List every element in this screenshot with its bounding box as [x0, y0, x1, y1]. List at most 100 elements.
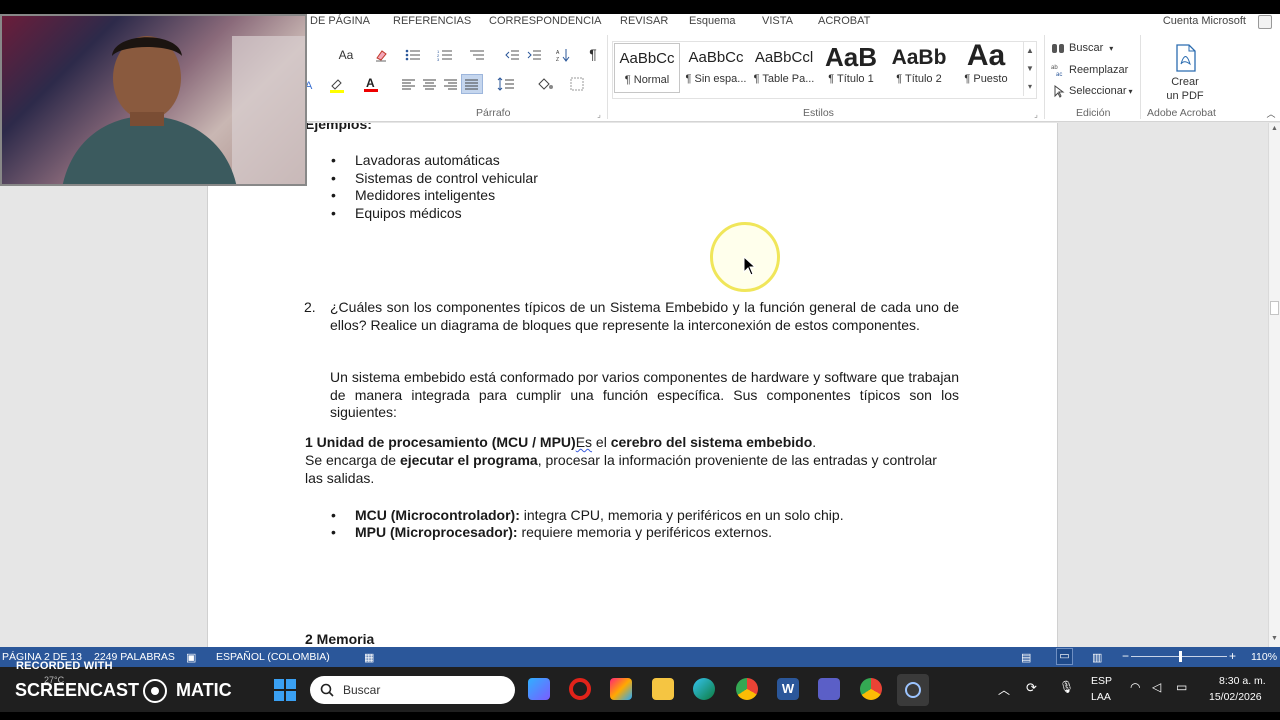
tray-chevron-icon[interactable]: ︿: [998, 681, 1010, 698]
word-icon[interactable]: W: [777, 678, 799, 700]
font-color-icon[interactable]: A: [360, 74, 382, 94]
section-1-body: Se encarga de ejecutar el programa, proc…: [305, 452, 945, 487]
bold-run: cerebro del sistema embebido: [610, 434, 813, 450]
teams-icon[interactable]: [818, 678, 840, 700]
group-separator: [1140, 35, 1141, 119]
proofing-icon[interactable]: ▣: [186, 651, 196, 664]
show-marks-button[interactable]: ¶: [584, 45, 602, 63]
section-2-heading: 2 Memoria: [305, 631, 375, 647]
text-run: Se encarga de: [305, 452, 400, 468]
style-no-spacing[interactable]: AaBbCc ¶ Sin espa...: [683, 43, 749, 93]
tab-review[interactable]: REVISAR: [620, 15, 668, 27]
wifi-icon[interactable]: ◠: [1130, 680, 1140, 694]
web-layout-icon[interactable]: ▥: [1092, 651, 1102, 664]
borders-icon[interactable]: [563, 75, 591, 93]
watermark-brand-b: MATIC: [176, 680, 232, 700]
volume-icon[interactable]: ◁: [1152, 680, 1161, 694]
highlight-color-icon[interactable]: [326, 76, 348, 94]
sync-icon[interactable]: ⟳: [1026, 680, 1037, 696]
chevron-down-icon: ▾: [1128, 86, 1133, 96]
zoom-level[interactable]: 110%: [1251, 651, 1277, 663]
align-right-icon[interactable]: [442, 76, 460, 92]
account-menu[interactable]: Cuenta Microsoft: [1163, 15, 1246, 27]
vertical-scrollbar[interactable]: ▲ ▼: [1268, 123, 1280, 647]
chrome-icon[interactable]: [736, 678, 758, 700]
font-size-button[interactable]: Aa: [333, 47, 359, 63]
create-pdf-button[interactable]: Crear un PDF: [1160, 41, 1210, 105]
style-preview: AaBbCcl: [754, 49, 814, 66]
zoom-slider-thumb[interactable]: [1179, 651, 1182, 662]
styles-scroll-up-icon[interactable]: ▲: [1023, 42, 1036, 60]
battery-icon[interactable]: ▭: [1176, 680, 1187, 694]
zoom-out-button[interactable]: −: [1122, 649, 1129, 663]
chrome-profile-icon[interactable]: [860, 678, 882, 700]
style-heading-2[interactable]: AaBb ¶ Título 2: [886, 43, 952, 93]
list-item: MPU (Microprocesador): requiere memoria …: [331, 524, 772, 542]
tab-mailings[interactable]: CORRESPONDENCIA: [489, 15, 601, 27]
document-page[interactable]: Ejemplos: Lavadoras automáticas Sistemas…: [207, 123, 1058, 647]
clock-time[interactable]: 8:30 a. m.: [1219, 675, 1266, 687]
justify-icon[interactable]: [461, 74, 483, 94]
find-button[interactable]: Buscar ▾: [1051, 40, 1113, 56]
style-title[interactable]: Aa ¶ Puesto: [953, 43, 1019, 93]
bold-run: MCU (Microcontrolador):: [355, 507, 520, 523]
zoom-in-button[interactable]: +: [1229, 649, 1236, 663]
line-spacing-icon[interactable]: [492, 75, 520, 93]
text-run: integra CPU, memoria y periféricos en un…: [519, 507, 844, 523]
copilot-icon[interactable]: [610, 678, 632, 700]
file-explorer-icon[interactable]: [652, 678, 674, 700]
tab-references[interactable]: REFERENCIAS: [393, 15, 471, 27]
tab-acrobat[interactable]: ACROBAT: [818, 15, 870, 27]
windows-start-icon[interactable]: [274, 679, 296, 706]
read-mode-icon[interactable]: ▤: [1021, 651, 1031, 664]
opera-icon[interactable]: [569, 678, 591, 700]
styles-launcher-icon[interactable]: ⌟: [1031, 109, 1041, 119]
microphone-icon[interactable]: 🎙: [1059, 680, 1074, 694]
collapse-ribbon-icon[interactable]: ︿: [1264, 107, 1278, 119]
align-center-icon[interactable]: [421, 76, 439, 92]
bullets-icon[interactable]: [400, 47, 426, 63]
shading-icon[interactable]: [531, 75, 559, 93]
align-left-icon[interactable]: [400, 76, 418, 92]
scroll-thumb[interactable]: [1270, 301, 1279, 315]
tab-page-layout[interactable]: DE PÁGINA: [310, 15, 370, 27]
clear-format-icon[interactable]: [372, 46, 390, 64]
numbering-icon[interactable]: 123: [432, 47, 458, 63]
clock-date[interactable]: 15/02/2026: [1209, 691, 1262, 703]
answer-paragraph: Un sistema embebido está conformado por …: [330, 369, 959, 420]
taskbar-search[interactable]: Buscar: [310, 676, 515, 704]
style-table-paragraph[interactable]: AaBbCcl ¶ Table Pa...: [751, 43, 817, 93]
edge-icon[interactable]: [693, 678, 715, 700]
m365-app-icon[interactable]: [528, 678, 550, 700]
decrease-indent-icon[interactable]: [503, 47, 521, 63]
language-indicator[interactable]: ESPAÑOL (COLOMBIA): [216, 651, 330, 663]
style-name: ¶ Sin espa...: [685, 73, 747, 85]
svg-text:Z: Z: [556, 57, 559, 62]
print-layout-icon[interactable]: ▭: [1056, 648, 1073, 665]
tab-view[interactable]: VISTA: [762, 15, 793, 27]
increase-indent-icon[interactable]: [525, 47, 543, 63]
style-normal[interactable]: AaBbCc ¶ Normal: [614, 43, 680, 93]
scroll-down-icon[interactable]: ▼: [1271, 635, 1278, 642]
watermark-logo-icon: [143, 679, 167, 703]
text-run: .: [812, 434, 817, 450]
screencast-app-icon[interactable]: [897, 674, 929, 706]
scroll-up-icon[interactable]: ▲: [1271, 125, 1278, 132]
binoculars-icon: [1052, 44, 1064, 53]
replace-button[interactable]: ab ac Reemplazar: [1051, 62, 1128, 78]
select-button[interactable]: Seleccionar ▾: [1053, 83, 1133, 99]
styles-scroll-down-icon[interactable]: ▼: [1023, 60, 1036, 78]
chevron-down-icon: ▾: [1109, 43, 1114, 53]
paragraph-launcher-icon[interactable]: ⌟: [594, 109, 604, 119]
tab-outline[interactable]: Esquema: [689, 15, 735, 27]
text-run: el: [592, 434, 611, 450]
styles-more-icon[interactable]: ▾: [1023, 78, 1036, 96]
sort-icon[interactable]: AZ: [554, 46, 572, 64]
keyboard-layout[interactable]: LAA: [1091, 691, 1111, 703]
search-placeholder: Buscar: [343, 683, 381, 697]
style-heading-1[interactable]: AaB ¶ Título 1: [818, 43, 884, 93]
multilevel-list-icon[interactable]: [463, 47, 491, 63]
language-code[interactable]: ESP: [1091, 675, 1112, 687]
macro-icon[interactable]: ▦: [364, 651, 374, 664]
user-avatar-icon[interactable]: [1258, 15, 1272, 29]
